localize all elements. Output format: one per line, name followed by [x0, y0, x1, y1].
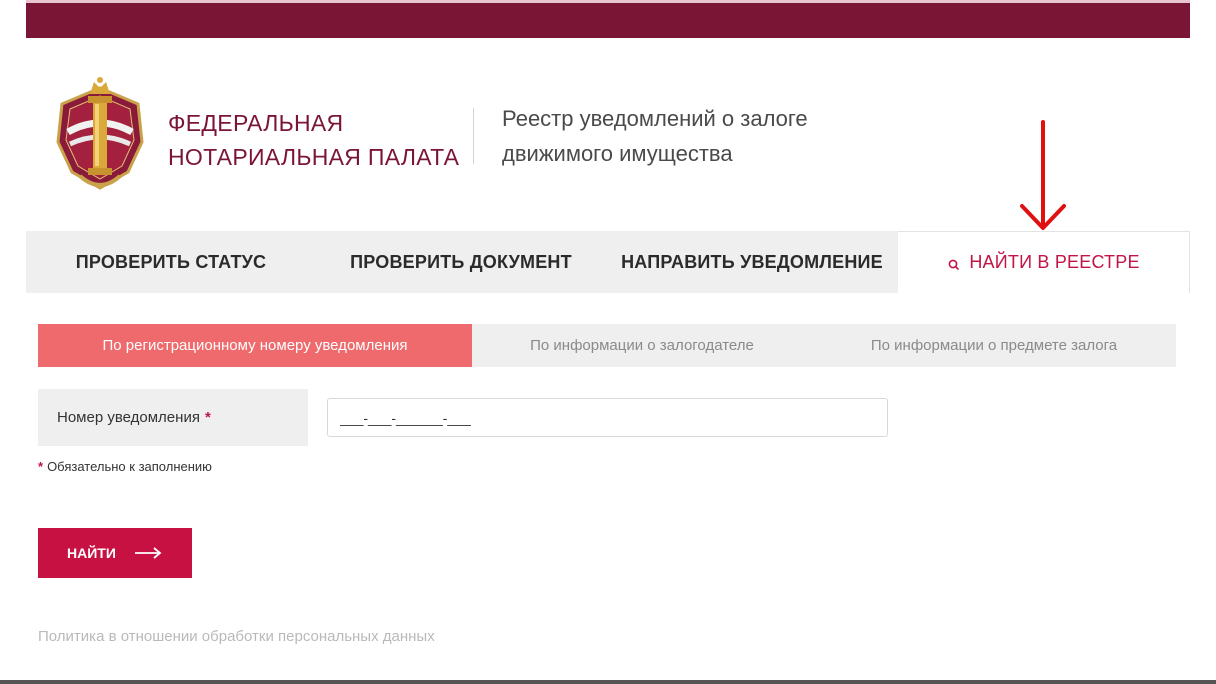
- bottom-edge-bar: [0, 680, 1216, 684]
- registry-title: Реестр уведомлений о залоге движимого им…: [502, 101, 862, 171]
- privacy-policy-link[interactable]: Политика в отношении обработки персональ…: [38, 628, 435, 645]
- subtab-by-pledger-info[interactable]: По информации о залогодателе: [472, 324, 812, 367]
- search-icon: [947, 256, 961, 270]
- notification-number-label: Номер уведомления *: [38, 389, 308, 446]
- required-note: * Обязательно к заполнению: [38, 459, 212, 474]
- federal-notary-chamber-name: ФЕДЕРАЛЬНАЯ НОТАРИАЛЬНАЯ ПАЛАТА: [168, 106, 459, 174]
- required-note-star: *: [38, 459, 44, 474]
- header-divider: [473, 108, 474, 164]
- tab-check-status[interactable]: ПРОВЕРИТЬ СТАТУС: [26, 231, 316, 293]
- search-mode-tabs: По регистрационному номеру уведомления П…: [38, 324, 1176, 367]
- notary-chamber-emblem-logo: [50, 70, 150, 198]
- notification-number-label-text: Номер уведомления: [57, 409, 200, 426]
- notification-number-input[interactable]: [327, 398, 888, 437]
- top-header-bar: [26, 0, 1190, 38]
- red-annotation-arrow-icon: [1020, 120, 1066, 230]
- required-star: *: [204, 409, 211, 426]
- subtab-by-registration-number[interactable]: По регистрационному номеру уведомления: [38, 324, 472, 367]
- tab-search-registry[interactable]: НАЙТИ В РЕЕСТРЕ: [898, 231, 1190, 293]
- main-nav: ПРОВЕРИТЬ СТАТУС ПРОВЕРИТЬ ДОКУМЕНТ НАПР…: [26, 231, 1190, 293]
- brand-line-1: ФЕДЕРАЛЬНАЯ: [168, 110, 344, 136]
- brand-line-2: НОТАРИАЛЬНАЯ ПАЛАТА: [168, 144, 460, 170]
- registry-title-line-1: Реестр уведомлений о залоге: [502, 106, 808, 131]
- tab-search-registry-label: НАЙТИ В РЕЕСТРЕ: [969, 252, 1140, 272]
- find-button[interactable]: НАЙТИ: [38, 528, 192, 578]
- tab-send-notification[interactable]: НАПРАВИТЬ УВЕДОМЛЕНИЕ: [606, 231, 898, 293]
- subtab-by-pledge-subject[interactable]: По информации о предмете залога: [812, 324, 1176, 367]
- tab-check-document[interactable]: ПРОВЕРИТЬ ДОКУМЕНТ: [316, 231, 606, 293]
- find-button-label: НАЙТИ: [67, 545, 116, 561]
- required-note-text: Обязательно к заполнению: [47, 459, 212, 474]
- registry-title-line-2: движимого имущества: [502, 141, 733, 166]
- arrow-right-icon: [134, 547, 162, 559]
